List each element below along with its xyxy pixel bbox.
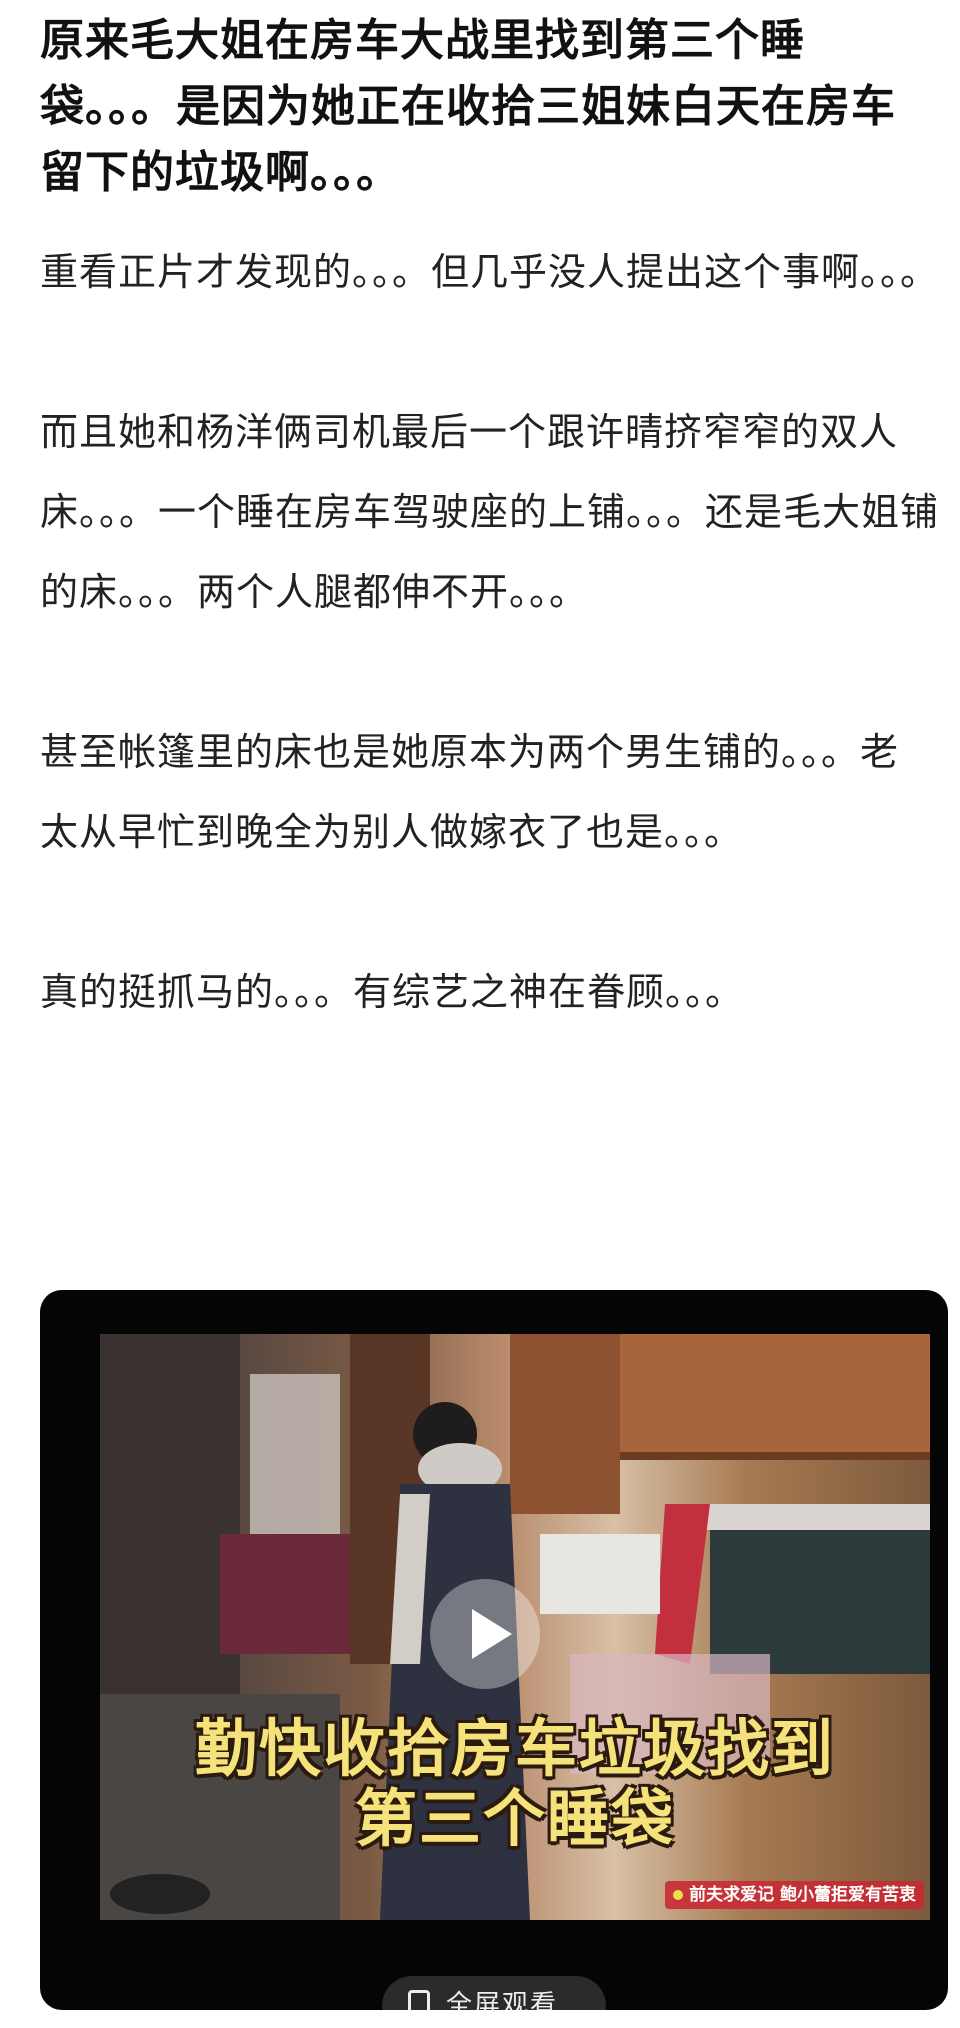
post-paragraph: 重看正片才发现的。。。但几乎没人提出这个事啊。。。 — [40, 250, 940, 294]
post-paragraph: 甚至帐篷里的床也是她原本为两个男生铺的。。。老太从早忙到晚全为别人做嫁衣了也是。… — [40, 730, 900, 854]
post-paragraph: 而且她和杨洋俩司机最后一个跟许晴挤窄窄的双人床。。。一个睡在房车驾驶座的上铺。。… — [40, 410, 940, 614]
episode-tag: 前夫求爱记 鲍小蕾拒爱有苦衷 — [665, 1881, 924, 1909]
video-subtitle-line: 勤快收拾房车垃圾找到 — [194, 1712, 835, 1785]
post-paragraph: 真的挺抓马的。。。有综艺之神在眷顾。。。 — [40, 970, 745, 1014]
post-title: 原来毛大姐在房车大战里找到第三个睡袋。。。是因为她正在收拾三姐妹白天在房车留下的… — [40, 15, 896, 198]
video-player[interactable]: 勤快收拾房车垃圾找到 第三个睡袋 前夫求爱记 鲍小蕾拒爱有苦衷 全屏观看 — [40, 1290, 948, 2010]
video-subtitle-line: 第三个睡袋 — [354, 1782, 675, 1855]
video-thumbnail[interactable]: 勤快收拾房车垃圾找到 第三个睡袋 前夫求爱记 鲍小蕾拒爱有苦衷 — [100, 1334, 930, 1920]
post-content: 原来毛大姐在房车大战里找到第三个睡袋。。。是因为她正在收拾三姐妹白天在房车留下的… — [40, 0, 940, 1032]
fullscreen-icon — [408, 1990, 430, 2010]
fullscreen-button[interactable]: 全屏观看 — [382, 1976, 606, 2010]
play-icon[interactable] — [430, 1579, 540, 1689]
fullscreen-label: 全屏观看 — [446, 1990, 559, 2010]
